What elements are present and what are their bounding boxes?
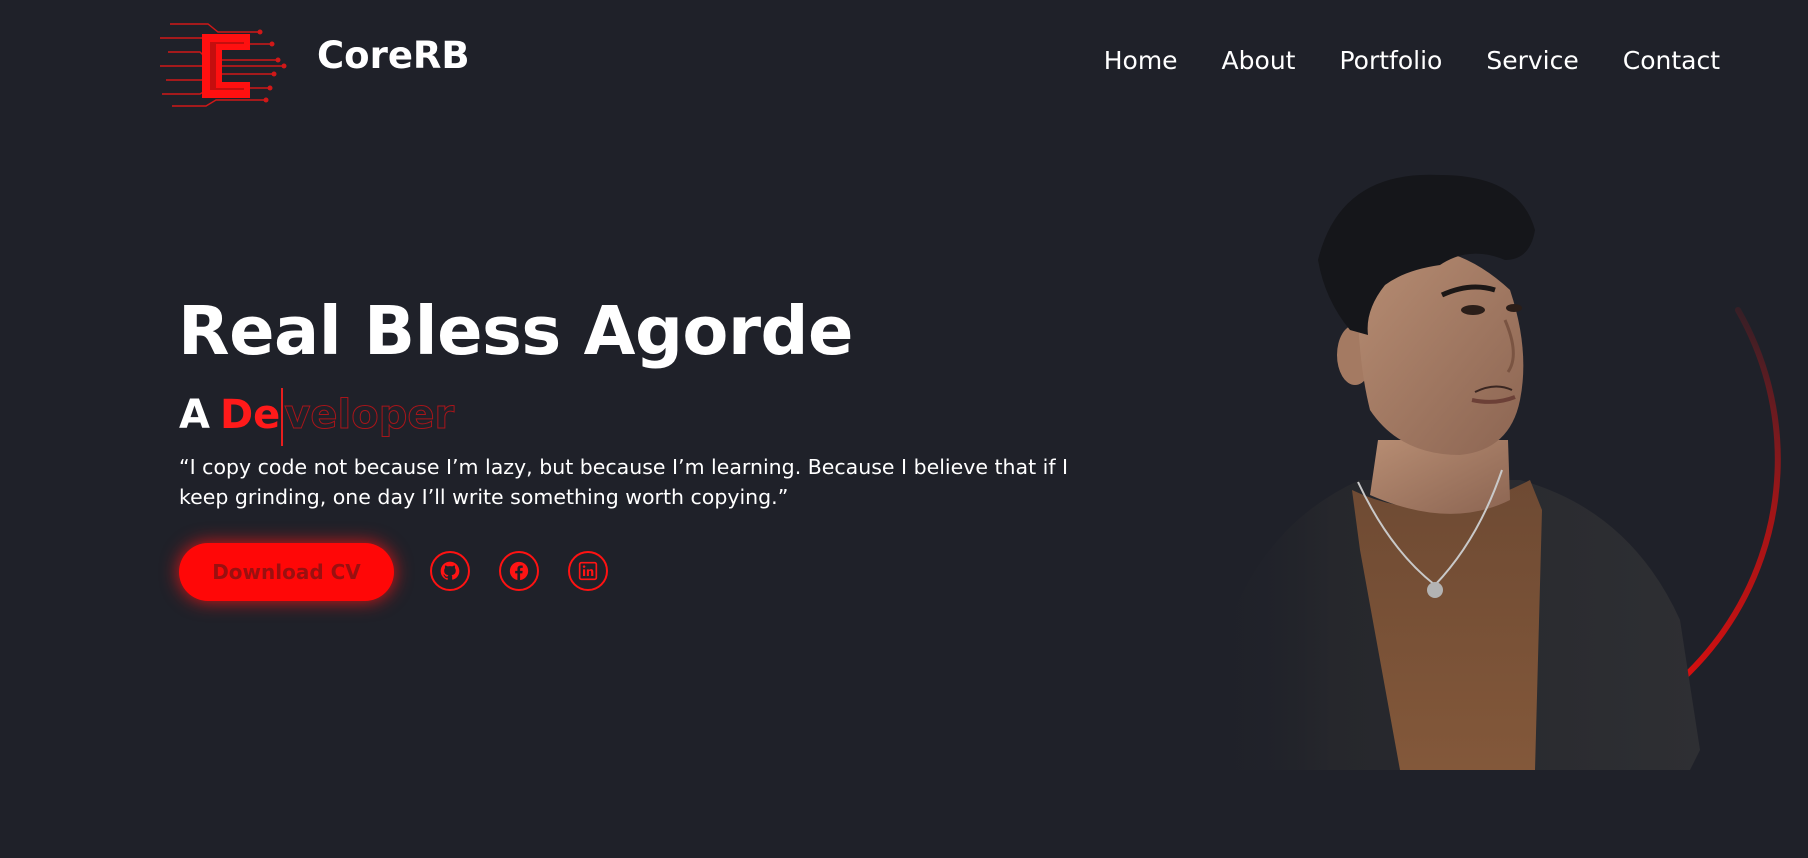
facebook-link[interactable] bbox=[499, 551, 539, 591]
role-outline-text: veloper bbox=[284, 392, 455, 438]
logo-icon[interactable] bbox=[160, 16, 300, 116]
nav-service[interactable]: Service bbox=[1486, 46, 1578, 75]
brand-name[interactable]: CoreRB bbox=[317, 34, 470, 77]
download-cv-button[interactable]: Download CV bbox=[179, 543, 394, 601]
profile-portrait bbox=[1190, 150, 1790, 770]
role-typewriter: A De veloper bbox=[179, 386, 455, 446]
hero-name: Real Bless Agorde bbox=[178, 292, 853, 370]
linkedin-link[interactable] bbox=[568, 551, 608, 591]
site-header: CoreRB Home About Portfolio Service Cont… bbox=[0, 0, 1808, 120]
facebook-icon bbox=[509, 561, 529, 581]
nav-contact[interactable]: Contact bbox=[1623, 46, 1720, 75]
hero-quote: “I copy code not because I’m lazy, but b… bbox=[179, 455, 1069, 509]
linkedin-icon bbox=[578, 561, 598, 581]
typing-caret bbox=[281, 388, 284, 446]
github-link[interactable] bbox=[430, 551, 470, 591]
role-typed-text: De bbox=[219, 392, 281, 438]
nav-portfolio[interactable]: Portfolio bbox=[1339, 46, 1442, 75]
nav-home[interactable]: Home bbox=[1104, 46, 1178, 75]
github-icon bbox=[440, 561, 460, 580]
portrait-illustration bbox=[1210, 174, 1781, 770]
role-prefix: A bbox=[179, 392, 210, 438]
nav-about[interactable]: About bbox=[1222, 46, 1296, 75]
main-nav: Home About Portfolio Service Contact bbox=[1104, 46, 1720, 75]
